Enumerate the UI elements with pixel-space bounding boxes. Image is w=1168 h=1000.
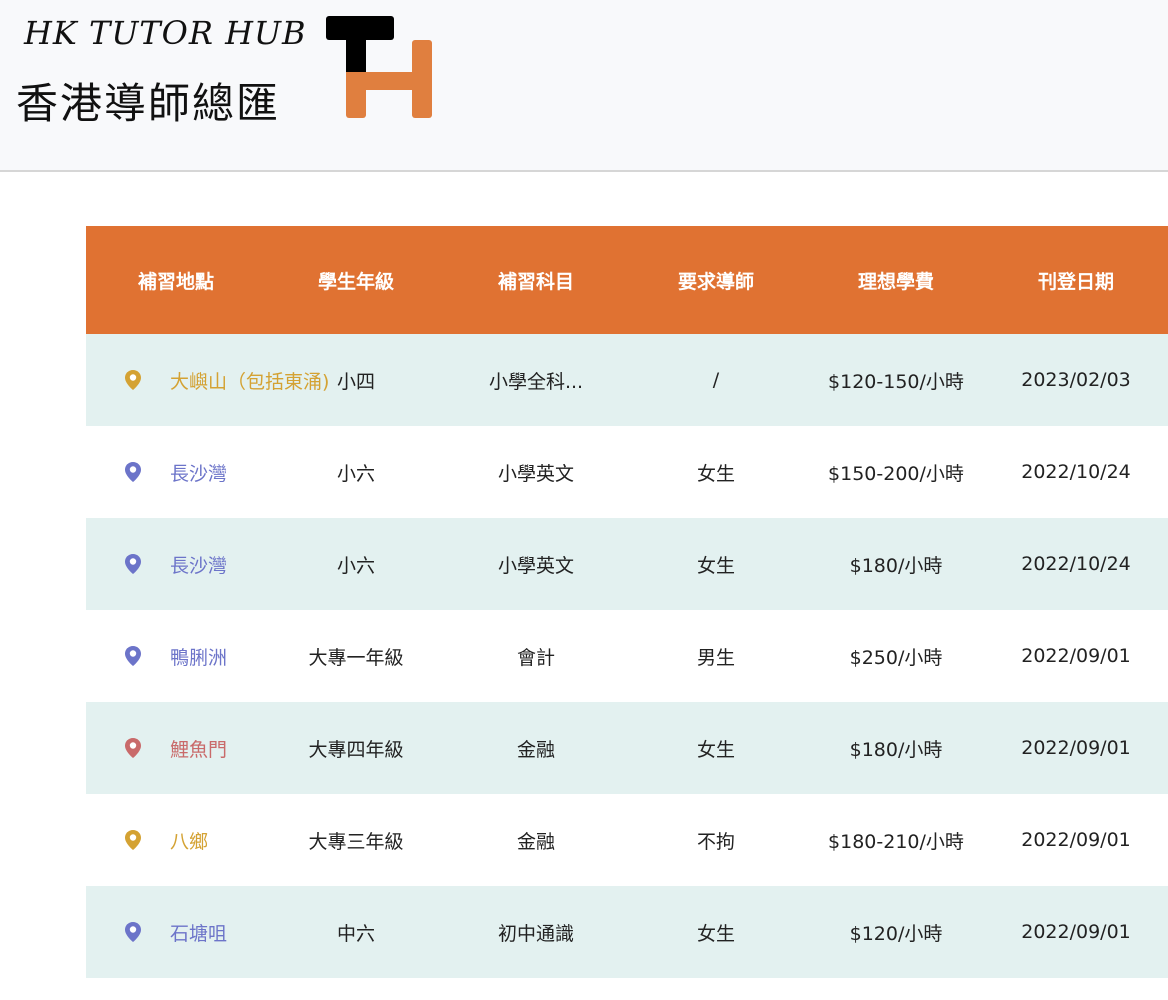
subject-cell: 會計 <box>516 646 555 669</box>
location-cell[interactable]: 鴨脷洲 <box>86 643 266 670</box>
location-cell[interactable]: 長沙灣 <box>86 459 266 486</box>
table-row[interactable]: 長沙灣 小六 小學英文 女生 $180/小時 2022/10/24 <box>86 518 1168 610</box>
column-header-location: 補習地點 <box>137 270 214 293</box>
post-date-cell: 2022/10/24 <box>1021 461 1131 483</box>
fee-cell: $180-210/小時 <box>828 830 964 853</box>
grade-cell: 中六 <box>336 922 375 945</box>
fee-cell: $180/小時 <box>849 738 943 761</box>
table-header: 補習地點 學生年級 補習科目 要求導師 理想學費 刊登日期 <box>86 226 1168 334</box>
fee-cell: $120/小時 <box>849 922 943 945</box>
tutor-cases-table: 補習地點 學生年級 補習科目 要求導師 理想學費 刊登日期 大嶼山（包括東涌) 小… <box>86 226 1168 978</box>
table-row[interactable]: 鯉魚門 大專四年級 金融 女生 $180/小時 2022/09/01 <box>86 702 1168 794</box>
location-cell[interactable]: 八鄉 <box>86 827 266 854</box>
table-body: 大嶼山（包括東涌) 小四 小學全科... / $120-150/小時 2023/02/03… <box>86 334 1168 978</box>
post-date-cell: 2022/10/24 <box>1021 553 1131 575</box>
location-link[interactable]: 鯉魚門 <box>170 735 227 762</box>
tutor-requirement-cell: 不拘 <box>696 830 735 853</box>
subject-cell: 小學英文 <box>497 462 574 485</box>
post-date-cell: 2022/09/01 <box>1021 737 1131 759</box>
subject-cell: 金融 <box>516 738 555 761</box>
fee-cell: $150-200/小時 <box>828 462 964 485</box>
location-pin-icon <box>125 738 141 758</box>
fee-cell: $120-150/小時 <box>828 370 964 393</box>
brand-name-english[interactable]: HK TUTOR HUB <box>24 14 307 52</box>
location-cell[interactable]: 長沙灣 <box>86 551 266 578</box>
location-pin-icon <box>125 370 141 390</box>
column-header-grade: 學生年級 <box>317 270 394 293</box>
fee-cell: $180/小時 <box>849 554 943 577</box>
column-header-fee: 理想學費 <box>857 270 934 293</box>
grade-cell: 小六 <box>336 462 375 485</box>
subject-cell: 初中通識 <box>497 922 574 945</box>
tutor-requirement-cell: 女生 <box>696 738 735 761</box>
grade-cell: 大專三年級 <box>308 830 404 853</box>
table-row[interactable]: 長沙灣 小六 小學英文 女生 $150-200/小時 2022/10/24 <box>86 426 1168 518</box>
grade-cell: 小六 <box>336 554 375 577</box>
fee-cell: $250/小時 <box>849 646 943 669</box>
location-cell[interactable]: 石塘咀 <box>86 919 266 946</box>
tutor-requirement-cell: / <box>712 369 720 391</box>
brand-name-chinese[interactable]: 香港導師總匯 <box>16 70 280 131</box>
location-cell[interactable]: 鯉魚門 <box>86 735 266 762</box>
post-date-cell: 2022/09/01 <box>1021 645 1131 667</box>
location-link[interactable]: 長沙灣 <box>170 551 227 578</box>
table-row[interactable]: 大嶼山（包括東涌) 小四 小學全科... / $120-150/小時 2023/02/03 <box>86 334 1168 426</box>
location-link[interactable]: 長沙灣 <box>170 459 227 486</box>
table-row[interactable]: 鴨脷洲 大專一年級 會計 男生 $250/小時 2022/09/01 <box>86 610 1168 702</box>
grade-cell: 小四 <box>336 370 375 393</box>
location-link[interactable]: 鴨脷洲 <box>170 643 227 670</box>
post-date-cell: 2023/02/03 <box>1021 369 1131 391</box>
subject-cell: 金融 <box>516 830 555 853</box>
subject-cell: 小學全科... <box>488 370 584 393</box>
tutor-requirement-cell: 女生 <box>696 462 735 485</box>
location-pin-icon <box>125 830 141 850</box>
location-pin-icon <box>125 922 141 942</box>
location-cell[interactable]: 大嶼山（包括東涌) <box>86 367 329 394</box>
column-header-subject: 補習科目 <box>497 270 574 293</box>
location-pin-icon <box>125 646 141 666</box>
tutor-requirement-cell: 女生 <box>696 554 735 577</box>
th-logo-icon[interactable] <box>326 16 434 118</box>
column-header-post-date: 刊登日期 <box>1037 270 1114 293</box>
location-pin-icon <box>125 462 141 482</box>
post-date-cell: 2022/09/01 <box>1021 921 1131 943</box>
tutor-requirement-cell: 男生 <box>696 646 735 669</box>
column-header-tutor-requirement: 要求導師 <box>677 270 754 293</box>
location-link[interactable]: 石塘咀 <box>170 919 227 946</box>
grade-cell: 大專四年級 <box>308 738 404 761</box>
location-pin-icon <box>125 554 141 574</box>
table-row[interactable]: 八鄉 大專三年級 金融 不拘 $180-210/小時 2022/09/01 <box>86 794 1168 886</box>
post-date-cell: 2022/09/01 <box>1021 829 1131 851</box>
tutor-requirement-cell: 女生 <box>696 922 735 945</box>
table-row[interactable]: 石塘咀 中六 初中通識 女生 $120/小時 2022/09/01 <box>86 886 1168 978</box>
subject-cell: 小學英文 <box>497 554 574 577</box>
location-link[interactable]: 八鄉 <box>170 827 208 854</box>
site-header: HK TUTOR HUB 香港導師總匯 <box>0 0 1168 172</box>
grade-cell: 大專一年級 <box>308 646 404 669</box>
